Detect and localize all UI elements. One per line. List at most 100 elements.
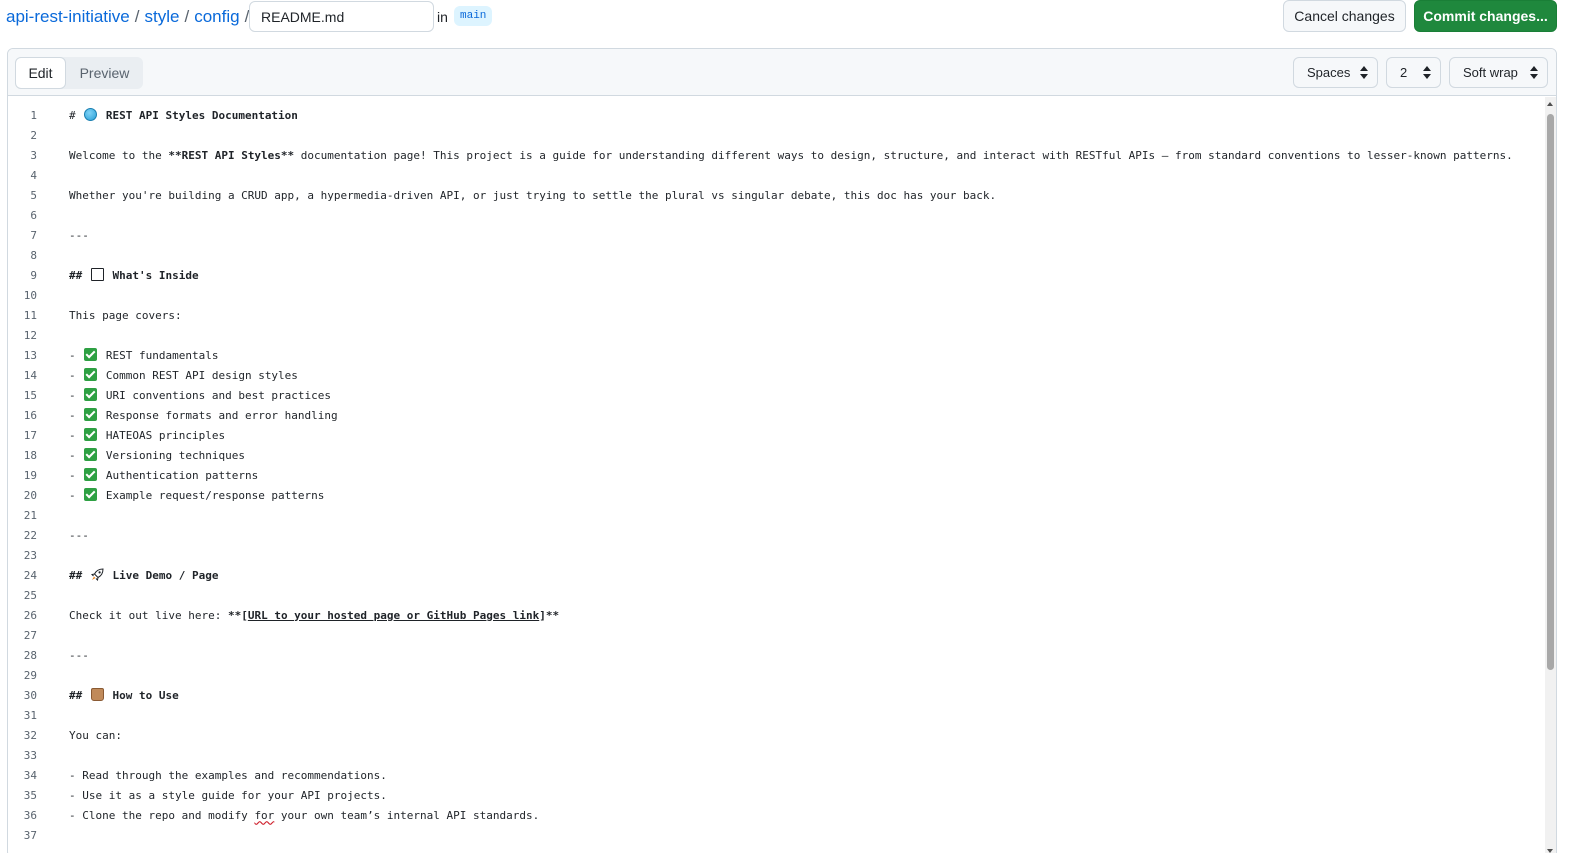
code-line[interactable]: 18 - Versioning techniques <box>8 445 1544 465</box>
line-number: 28 <box>23 648 37 662</box>
code-line[interactable]: 28 --- <box>8 645 1544 665</box>
code-token: - Clone the repo and modify <box>69 808 255 822</box>
code-token: - <box>69 429 83 442</box>
code-line[interactable]: 9 ## What's Inside <box>8 265 1544 285</box>
line-number: 36 <box>23 808 37 822</box>
code-line[interactable]: 34 - Read through the examples and recomm… <box>8 765 1544 785</box>
line-number: 17 <box>23 428 37 442</box>
code-line[interactable]: 15 - URI conventions and best practices <box>8 385 1544 405</box>
breadcrumb-folder-style[interactable]: style <box>145 7 180 27</box>
code-line[interactable]: 22 --- <box>8 525 1544 545</box>
code-line[interactable]: 16 - Response formats and error handling <box>8 405 1544 425</box>
line-text: Welcome to the **REST API Styles** docum… <box>69 149 1513 162</box>
line-number: 15 <box>23 388 37 402</box>
code-line[interactable]: 20 - Example request/response patterns <box>8 485 1544 505</box>
code-token: - <box>69 489 83 502</box>
wrap-mode-select[interactable]: Soft wrap <box>1449 57 1548 88</box>
line-number: 6 <box>30 208 37 222</box>
code-line[interactable]: 10 <box>8 285 1544 305</box>
line-text: --- <box>69 229 89 242</box>
line-number: 33 <box>23 748 37 762</box>
code-line[interactable]: 5 Whether you're building a CRUD app, a h… <box>8 185 1544 205</box>
line-number: 9 <box>30 268 37 282</box>
code-area[interactable]: 1 # REST API Styles Documentation 2 3 Welcom… <box>8 97 1544 853</box>
code-line[interactable]: 12 <box>8 325 1544 345</box>
code-token: - <box>69 449 83 462</box>
line-text: ## What's Inside <box>69 268 199 282</box>
line-number: 16 <box>23 408 37 422</box>
code-line[interactable]: 35 - Use it as a style guide for your API… <box>8 785 1544 805</box>
select-arrows-icon <box>1360 66 1368 80</box>
vertical-scrollbar[interactable] <box>1545 97 1556 853</box>
scrollbar-thumb[interactable] <box>1547 114 1554 670</box>
code-line[interactable]: 23 <box>8 545 1544 565</box>
code-line[interactable]: 25 <box>8 585 1544 605</box>
code-line[interactable]: 3 Welcome to the **REST API Styles** docu… <box>8 145 1544 165</box>
code-line[interactable]: 33 <box>8 745 1544 765</box>
line-text: - Read through the examples and recommen… <box>69 769 387 782</box>
line-number: 19 <box>23 468 37 482</box>
code-line[interactable]: 29 <box>8 665 1544 685</box>
filename-input[interactable] <box>249 1 434 32</box>
code-line[interactable]: 4 <box>8 165 1544 185</box>
code-line[interactable]: 7 --- <box>8 225 1544 245</box>
line-number: 23 <box>23 548 37 562</box>
breadcrumb-separator: / <box>134 7 140 26</box>
code-line[interactable]: 31 <box>8 705 1544 725</box>
code-line[interactable]: 30 ## How to Use <box>8 685 1544 705</box>
tab-preview[interactable]: Preview <box>66 57 143 89</box>
code-token: Check it out live here: <box>69 608 228 622</box>
code-line[interactable]: 8 <box>8 245 1544 265</box>
breadcrumb-folder-config[interactable]: config <box>194 7 239 27</box>
code-line[interactable]: 19 - Authentication patterns <box>8 465 1544 485</box>
code-token: URI conventions and best practices <box>99 389 332 402</box>
code-line[interactable]: 13 - REST fundamentals <box>8 345 1544 365</box>
code-line[interactable]: 2 <box>8 125 1544 145</box>
scroll-down-icon[interactable] <box>1547 849 1553 853</box>
code-token: **REST API Styles** <box>168 148 295 162</box>
line-number: 35 <box>23 788 37 802</box>
code-line[interactable]: 24 ## Live Demo / Page <box>8 565 1544 585</box>
code-line[interactable]: 26 Check it out live here: **[URL to your… <box>8 605 1544 625</box>
wrap-mode-value: Soft wrap <box>1463 65 1518 80</box>
code-token: - <box>69 389 83 402</box>
line-text: ## Live Demo / Page <box>69 568 218 582</box>
code-line[interactable]: 21 <box>8 505 1544 525</box>
check-icon <box>84 348 98 361</box>
line-text: - Versioning techniques <box>69 448 245 462</box>
code-token: What's Inside <box>105 269 199 282</box>
code-line[interactable]: 17 - HATEOAS principles <box>8 425 1544 445</box>
code-line[interactable]: 6 <box>8 205 1544 225</box>
commit-changes-button[interactable]: Commit changes... <box>1414 0 1557 32</box>
code-line[interactable]: 11 This page covers: <box>8 305 1544 325</box>
line-number: 22 <box>23 528 37 542</box>
select-arrows-icon <box>1423 66 1431 80</box>
indent-size-value: 2 <box>1400 65 1408 80</box>
code-line[interactable]: 32 You can: <box>8 725 1544 745</box>
code-line[interactable]: 14 - Common REST API design styles <box>8 365 1544 385</box>
indent-size-select[interactable]: 2 <box>1386 57 1441 88</box>
breadcrumb-repo-link[interactable]: api-rest-initiative <box>6 7 130 27</box>
line-text: --- <box>69 529 89 542</box>
code-line[interactable]: 27 <box>8 625 1544 645</box>
code-token: ## <box>69 569 89 582</box>
code-line[interactable]: 1 # REST API Styles Documentation <box>8 105 1544 125</box>
line-text: - Clone the repo and modify for your own… <box>69 809 539 822</box>
code-line[interactable]: 37 <box>8 825 1544 845</box>
code-line[interactable]: 36 - Clone the repo and modify for your o… <box>8 805 1544 825</box>
check-icon <box>84 428 98 441</box>
select-arrows-icon <box>1530 66 1538 80</box>
line-text: # REST API Styles Documentation <box>69 108 298 122</box>
line-number: 7 <box>30 228 37 242</box>
scroll-up-icon[interactable] <box>1547 102 1553 106</box>
line-number: 29 <box>23 668 37 682</box>
code-token: Response formats and error handling <box>99 409 338 422</box>
cancel-changes-button[interactable]: Cancel changes <box>1283 0 1406 32</box>
line-number: 5 <box>30 188 37 202</box>
code-token: # <box>69 109 83 122</box>
code-token: - Use it as a style guide for your API p… <box>69 788 387 802</box>
tab-edit[interactable]: Edit <box>15 57 66 89</box>
line-number: 14 <box>23 368 37 382</box>
line-text: - Example request/response patterns <box>69 488 324 502</box>
indent-mode-select[interactable]: Spaces <box>1293 57 1378 88</box>
